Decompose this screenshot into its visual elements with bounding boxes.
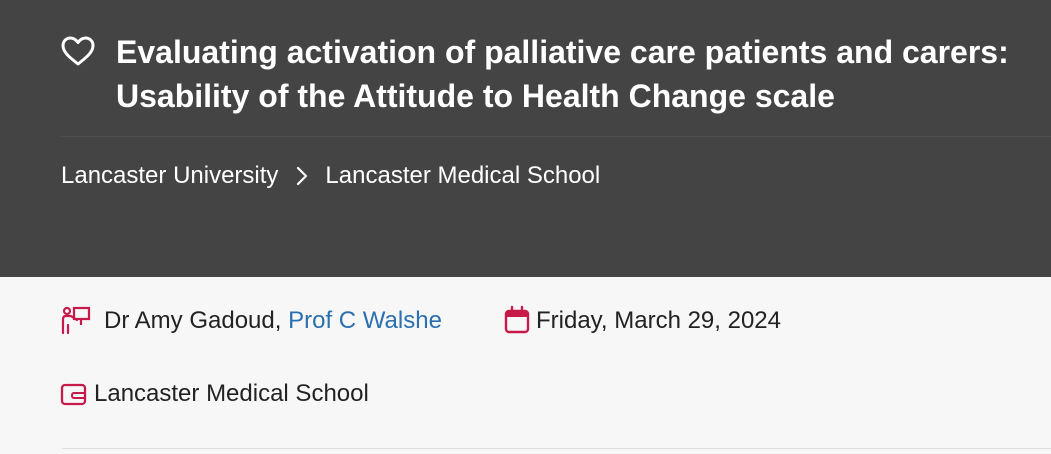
breadcrumb: Lancaster University Lancaster Medical S… (61, 162, 600, 190)
department-row: Lancaster Medical School (60, 378, 369, 410)
title-divider (60, 136, 1051, 137)
page-title: Evaluating activation of palliative care… (116, 34, 1009, 114)
author-link[interactable]: Prof C Walshe (288, 307, 442, 335)
title-row: Evaluating activation of palliative care… (60, 30, 1020, 118)
meta-divider (62, 448, 1051, 449)
calendar-icon (504, 305, 530, 334)
department-name: Lancaster Medical School (94, 380, 369, 407)
breadcrumb-item-lancaster-university[interactable]: Lancaster University (61, 162, 278, 190)
chevron-right-icon (297, 166, 308, 186)
breadcrumb-item-lancaster-medical-school[interactable]: Lancaster Medical School (325, 162, 600, 190)
heart-icon[interactable] (60, 35, 96, 67)
author-name: Dr Amy Gadoud (104, 307, 275, 334)
authors-row: Dr Amy Gadoud , Prof C Walshe (60, 305, 442, 337)
author-separator: , (274, 307, 289, 334)
presenter-icon (61, 306, 91, 335)
wallet-icon (60, 383, 87, 406)
meta-section: Dr Amy Gadoud , Prof C Walshe Friday, Ma… (0, 277, 1051, 454)
date-row: Friday, March 29, 2024 (504, 305, 781, 337)
publication-date: Friday, March 29, 2024 (536, 307, 782, 334)
page-header: Evaluating activation of palliative care… (0, 0, 1051, 277)
